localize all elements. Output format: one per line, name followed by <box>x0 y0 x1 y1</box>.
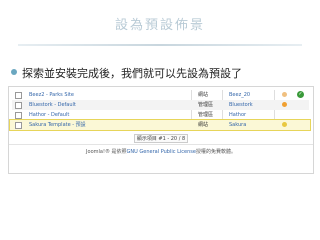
bullet-text: 探索並安裝完成後，我們就可以先設為預設了 <box>22 67 242 80</box>
title-divider <box>18 44 302 46</box>
template-location: 網站 <box>198 122 209 128</box>
template-style-link[interactable]: Beez2 - Parks Site <box>29 90 74 100</box>
license-link[interactable]: GNU General Public License <box>127 149 196 155</box>
footer-suffix: 授權的免費軟體。 <box>195 149 236 155</box>
template-location: 管理區 <box>198 112 214 118</box>
set-default-star-icon[interactable] <box>282 122 287 127</box>
template-location: 網站 <box>198 92 209 98</box>
table-row-highlighted: Sakura Template - 預設 網站 Sakura <box>12 120 309 130</box>
pagination: 顯示項目 #1 - 20 / 8 <box>9 134 313 143</box>
table-row: Bluestork - Default 管理區 Bluestork <box>12 100 309 110</box>
footer-note: Joomla!® 是依照GNU General Public License授權… <box>9 148 313 155</box>
footer-prefix: Joomla!® 是依照 <box>86 149 127 155</box>
default-check-icon: ✓ <box>297 91 304 98</box>
template-location: 管理區 <box>198 102 214 108</box>
bullet-dot-icon <box>11 69 17 75</box>
row-checkbox[interactable] <box>15 102 22 109</box>
template-name-link[interactable]: Beez_20 <box>229 90 250 100</box>
default-star-icon[interactable] <box>282 92 287 97</box>
template-name-link[interactable]: Sakura <box>229 120 246 130</box>
default-star-icon[interactable] <box>282 102 287 107</box>
table-row: Hathor - Default 管理區 Hathor <box>12 110 309 120</box>
slide-title: 設為預設佈景 <box>114 18 205 33</box>
template-name-link[interactable]: Hathor <box>229 110 246 120</box>
template-manager-screenshot: Beez2 - Parks Site 網站 Beez_20 ✓ Bluestor… <box>8 86 314 174</box>
row-checkbox[interactable] <box>15 122 22 129</box>
bullet-point: 探索並安裝完成後，我們就可以先設為預設了 <box>11 65 311 81</box>
table-row: Beez2 - Parks Site 網站 Beez_20 ✓ <box>12 90 309 100</box>
template-style-link[interactable]: Bluestork - Default <box>29 100 76 110</box>
template-style-link[interactable]: Hathor - Default <box>29 110 69 120</box>
row-checkbox[interactable] <box>15 112 22 119</box>
template-name-link[interactable]: Bluestork <box>229 100 253 110</box>
row-checkbox[interactable] <box>15 92 22 99</box>
footer-divider <box>9 144 313 145</box>
template-style-link[interactable]: Sakura Template - 預設 <box>29 120 86 130</box>
pagination-label: 顯示項目 #1 - 20 / 8 <box>133 134 189 143</box>
